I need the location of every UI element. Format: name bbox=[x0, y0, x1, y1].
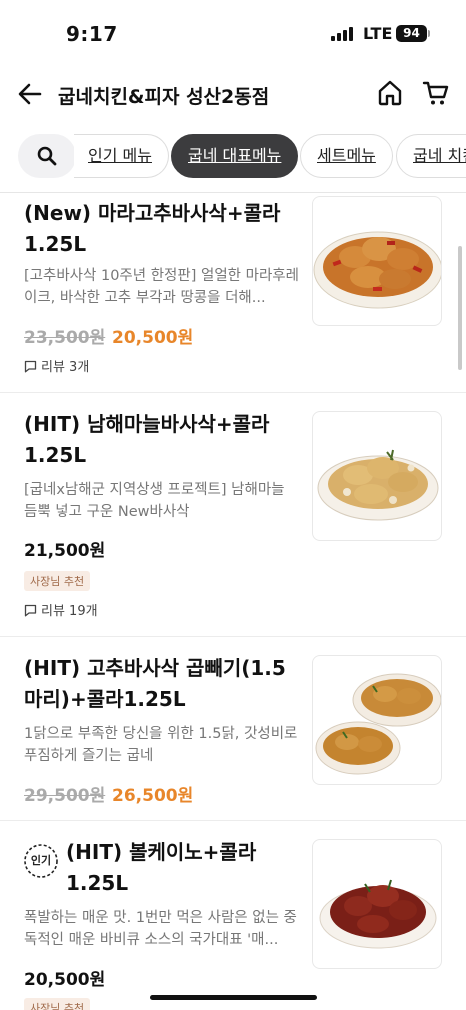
back-arrow-icon[interactable] bbox=[16, 80, 44, 108]
item-name: (New) 마라고추바사삭+콜라 1.25L bbox=[24, 201, 281, 256]
tab-goobne-chicken[interactable]: 굽네 치킨 bbox=[396, 134, 466, 178]
network-label: LTE bbox=[363, 24, 393, 43]
search-icon bbox=[37, 146, 57, 166]
item-price: 20,500원 bbox=[24, 970, 106, 990]
cart-icon[interactable] bbox=[421, 78, 451, 108]
original-price: 29,500원 bbox=[24, 786, 106, 806]
item-description: 폭발하는 매운 맛. 1번만 먹은 사람은 없는 중독적인 매운 바비큐 소스의… bbox=[24, 910, 297, 948]
item-image[interactable] bbox=[312, 196, 442, 326]
owner-recommend-badge: 사장님 추천 bbox=[24, 998, 91, 1010]
item-image[interactable] bbox=[312, 655, 442, 785]
home-icon[interactable] bbox=[375, 78, 405, 108]
review-count: 리뷰 3개 bbox=[24, 356, 89, 375]
review-count: 리뷰 19개 bbox=[24, 600, 98, 619]
item-description: 1닭으로 부족한 당신을 위한 1.5닭, 갓성비로 푸짐하게 즐기는 굽네 bbox=[24, 726, 298, 764]
item-name: (HIT) 볼케이노+콜라 1.25L bbox=[66, 840, 257, 895]
tab-popular-menu[interactable]: 인기 메뉴 bbox=[74, 134, 169, 178]
sale-price: 26,500원 bbox=[112, 786, 194, 806]
status-time: 9:17 bbox=[66, 22, 118, 46]
sale-price: 20,500원 bbox=[112, 328, 194, 348]
item-name: (HIT) 고추바사삭 곱빼기(1.5마리)+콜라1.25L bbox=[24, 656, 286, 711]
signal-icon bbox=[331, 27, 355, 41]
popular-badge-icon: 인기 bbox=[22, 842, 60, 880]
item-name: (HIT) 남해마늘바사삭+콜라 1.25L bbox=[24, 412, 270, 467]
home-indicator bbox=[150, 995, 317, 1000]
item-price: 21,500원 bbox=[24, 541, 106, 561]
item-image[interactable] bbox=[312, 411, 442, 541]
menu-item[interactable]: (HIT) 남해마늘바사삭+콜라 1.25L [굽네x남해군 지역상생 프로젝트… bbox=[0, 393, 466, 636]
page-title: 굽네치킨&피자 성산2동점 bbox=[58, 86, 270, 108]
menu-item[interactable]: 인기 (HIT) 볼케이노+콜라 1.25L 폭발하는 매운 맛. 1번만 먹은… bbox=[0, 821, 466, 1010]
item-image[interactable] bbox=[312, 839, 442, 969]
popular-badge-label: 인기 bbox=[30, 854, 52, 867]
category-tabs: 인기 메뉴 굽네 대표메뉴 세트메뉴 굽네 치킨 bbox=[0, 126, 466, 188]
review-icon bbox=[24, 604, 37, 617]
original-price: 23,500원 bbox=[24, 328, 106, 348]
review-icon bbox=[24, 360, 37, 373]
owner-recommend-badge: 사장님 추천 bbox=[24, 571, 91, 591]
battery-icon: 94 bbox=[396, 25, 427, 42]
tab-signature-menu[interactable]: 굽네 대표메뉴 bbox=[171, 134, 299, 178]
menu-item[interactable]: (New) 마라고추바사삭+콜라 1.25L [고추바사삭 10주년 한정판] … bbox=[0, 192, 466, 392]
scrollbar[interactable] bbox=[458, 246, 462, 370]
menu-item[interactable]: (HIT) 고추바사삭 곱빼기(1.5마리)+콜라1.25L 1닭으로 부족한 … bbox=[0, 637, 466, 820]
battery-tip bbox=[428, 30, 430, 37]
search-button[interactable] bbox=[18, 134, 76, 178]
item-description: [굽네x남해군 지역상생 프로젝트] 남해마늘 듬뿍 넣고 구운 New바사삭 bbox=[24, 482, 285, 520]
tab-set-menu[interactable]: 세트메뉴 bbox=[300, 134, 393, 178]
status-bar: 9:17 LTE 94 bbox=[0, 0, 466, 64]
item-description: [고추바사삭 10주년 한정판] 얼얼한 마라후레이크, 바삭한 고추 부각과 … bbox=[24, 268, 299, 306]
header: 굽네치킨&피자 성산2동점 bbox=[0, 64, 466, 124]
